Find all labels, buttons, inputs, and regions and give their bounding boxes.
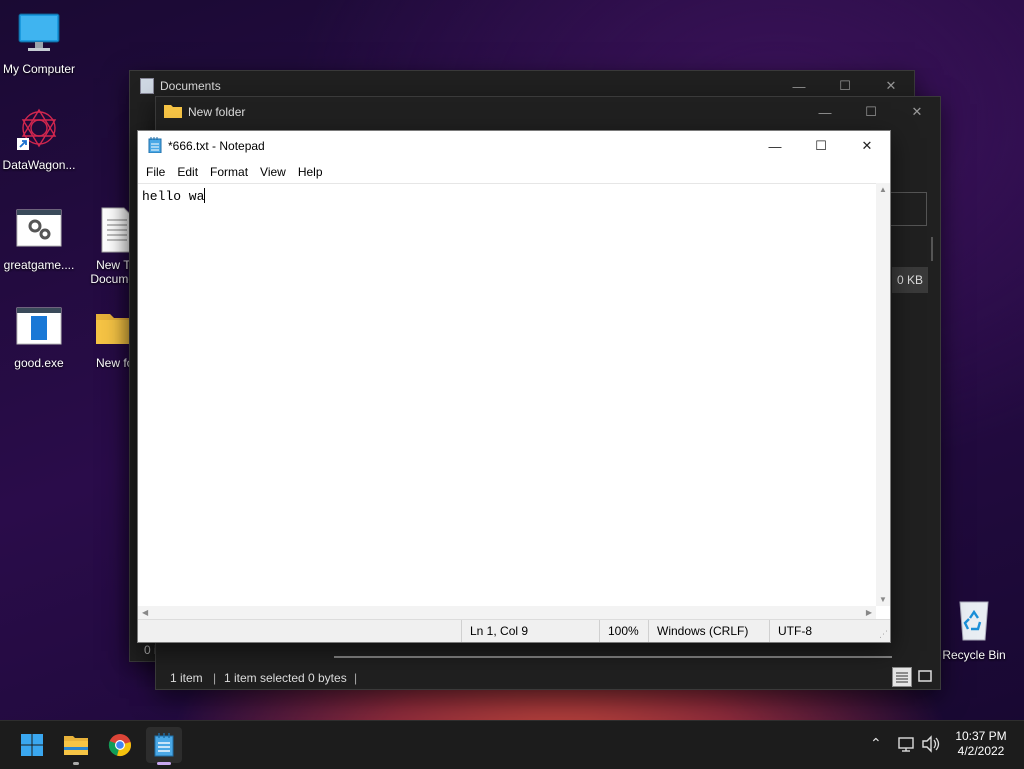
notepad-icon bbox=[148, 136, 162, 156]
desktop-icon-datawagon[interactable]: DataWagon... bbox=[0, 106, 81, 172]
start-button[interactable] bbox=[14, 727, 50, 763]
cursor-position: Ln 1, Col 9 bbox=[461, 620, 596, 642]
large-icons-view-icon[interactable] bbox=[916, 667, 936, 687]
horizontal-scrollbar[interactable] bbox=[334, 656, 892, 658]
file-size-cell: 0 KB bbox=[892, 267, 928, 293]
scroll-up-arrow-icon[interactable]: ▲ bbox=[879, 185, 887, 194]
menu-format[interactable]: Format bbox=[204, 165, 254, 179]
active-indicator bbox=[157, 762, 171, 765]
scroll-left-arrow-icon[interactable]: ◀ bbox=[142, 608, 148, 617]
volume-icon[interactable] bbox=[921, 735, 941, 756]
minimize-button[interactable]: — bbox=[752, 131, 798, 161]
status-bar: 1 item | 1 item selected 0 bytes | bbox=[156, 667, 940, 689]
settings-app-icon bbox=[15, 206, 63, 254]
desktop-icon-label: My Computer bbox=[2, 62, 76, 76]
notepad-titlebar[interactable]: *666.txt - Notepad — ☐ ✕ bbox=[138, 131, 890, 161]
scroll-right-arrow-icon[interactable]: ▶ bbox=[866, 608, 872, 617]
menu-edit[interactable]: Edit bbox=[171, 165, 204, 179]
network-icon[interactable] bbox=[897, 735, 915, 756]
vertical-scrollbar[interactable]: ▲ ▼ bbox=[876, 183, 890, 606]
status-selected: 1 item selected bbox=[224, 671, 305, 685]
scroll-down-arrow-icon[interactable]: ▼ bbox=[879, 595, 887, 604]
window-title: *666.txt - Notepad bbox=[168, 139, 265, 153]
status-divider: | bbox=[213, 671, 217, 685]
text-editor[interactable]: hello wa bbox=[138, 183, 876, 606]
folder-icon bbox=[164, 104, 182, 121]
zoom-level: 100% bbox=[599, 620, 652, 642]
menu-bar: File Edit Format View Help bbox=[138, 161, 890, 183]
desktop-icon-greatgame[interactable]: greatgame.... bbox=[0, 206, 81, 272]
close-button[interactable]: ✕ bbox=[894, 97, 940, 127]
desktop-icon-my-computer[interactable]: My Computer bbox=[0, 10, 81, 76]
horizontal-scrollbar[interactable]: ◀ ▶ bbox=[138, 606, 876, 620]
clock[interactable]: 10:37 PM 4/2/2022 bbox=[946, 729, 1016, 759]
menu-file[interactable]: File bbox=[140, 165, 171, 179]
status-divider: | bbox=[354, 671, 358, 685]
notepad-status-bar: Ln 1, Col 9 100% Windows (CRLF) UTF-8 ⋰ bbox=[138, 619, 890, 642]
taskbar-file-explorer[interactable] bbox=[58, 727, 94, 765]
datawagon-shortcut-icon bbox=[15, 106, 63, 154]
running-indicator bbox=[73, 762, 79, 765]
taskbar-chrome[interactable] bbox=[102, 727, 138, 763]
folder-icon bbox=[64, 736, 88, 755]
desktop-icon-label: greatgame.... bbox=[3, 258, 75, 272]
notepad-icon bbox=[154, 733, 174, 757]
status-item-count: 1 item bbox=[170, 671, 203, 685]
recycle-bin-icon bbox=[950, 596, 998, 644]
desktop-icon-label: Recycle Bin bbox=[942, 648, 1006, 662]
desktop-icon-label: good.exe bbox=[14, 356, 64, 370]
resize-grip-icon[interactable]: ⋰ bbox=[879, 629, 888, 640]
document-icon bbox=[140, 78, 154, 94]
editor-content: hello wa bbox=[142, 189, 205, 204]
close-button[interactable]: ✕ bbox=[844, 131, 890, 161]
windows-logo-icon bbox=[21, 734, 43, 756]
clock-date: 4/2/2022 bbox=[957, 744, 1005, 758]
scrollbar-track[interactable] bbox=[931, 237, 933, 261]
line-endings: Windows (CRLF) bbox=[648, 620, 767, 642]
chrome-icon bbox=[108, 734, 131, 756]
window-title: Documents bbox=[160, 79, 221, 93]
details-view-icon[interactable] bbox=[892, 667, 912, 687]
executable-icon bbox=[15, 304, 63, 352]
clock-time: 10:37 PM bbox=[955, 729, 1007, 743]
search-box[interactable] bbox=[890, 192, 927, 226]
status-size: 0 bytes bbox=[308, 671, 347, 685]
desktop-icon-label: DataWagon... bbox=[2, 158, 76, 172]
desktop-icon-recycle-bin[interactable]: Recycle Bin bbox=[932, 596, 1016, 662]
monitor-icon bbox=[15, 10, 63, 58]
explorer-titlebar[interactable]: New folder — ☐ ✕ bbox=[156, 97, 940, 127]
taskbar: ⌃ 10:37 PM 4/2/2022 bbox=[0, 720, 1024, 769]
minimize-button[interactable]: — bbox=[802, 97, 848, 127]
menu-help[interactable]: Help bbox=[292, 165, 329, 179]
maximize-button[interactable]: ☐ bbox=[848, 97, 894, 127]
maximize-button[interactable]: ☐ bbox=[798, 131, 844, 161]
desktop-icon-good-exe[interactable]: good.exe bbox=[0, 304, 81, 370]
show-hidden-icons-chevron-icon[interactable]: ⌃ bbox=[870, 735, 882, 752]
text-caret bbox=[204, 188, 206, 203]
menu-view[interactable]: View bbox=[254, 165, 292, 179]
window-title: New folder bbox=[188, 105, 246, 119]
taskbar-notepad[interactable] bbox=[146, 727, 182, 765]
notepad-window[interactable]: *666.txt - Notepad — ☐ ✕ File Edit Forma… bbox=[137, 130, 891, 643]
encoding: UTF-8 bbox=[769, 620, 868, 642]
